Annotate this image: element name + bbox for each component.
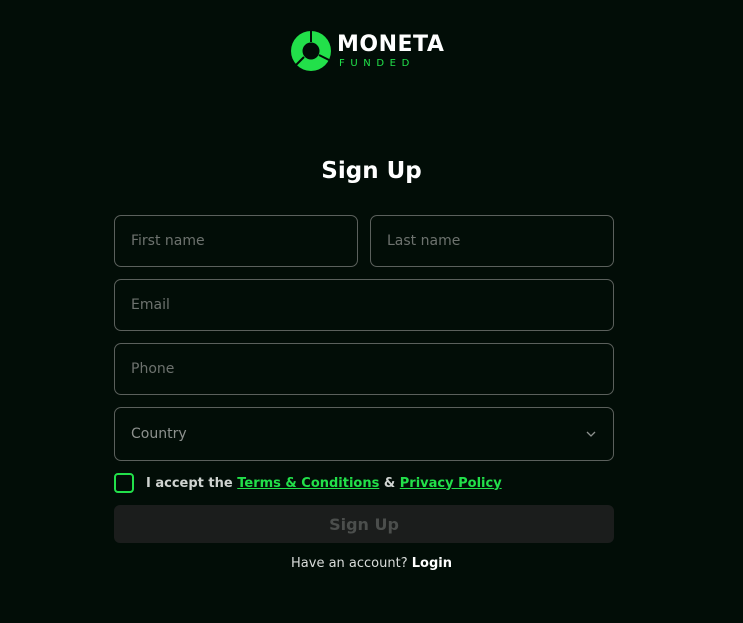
terms-checkbox[interactable] xyxy=(114,473,134,493)
last-name-field[interactable] xyxy=(370,215,614,267)
signup-button[interactable]: Sign Up xyxy=(114,505,614,543)
login-prompt-text: Have an account? xyxy=(291,556,408,571)
terms-prefix: I accept the xyxy=(146,475,233,491)
signup-page: MONETA FUNDED Sign Up Country I accept t… xyxy=(0,0,743,623)
chevron-down-icon xyxy=(586,431,596,437)
last-name-input[interactable] xyxy=(387,233,613,249)
brand-subtitle: FUNDED xyxy=(339,57,415,69)
login-prompt: Have an account? Login xyxy=(0,556,743,571)
email-input[interactable] xyxy=(131,297,613,313)
brand-name: MONETA xyxy=(337,31,445,57)
first-name-field[interactable] xyxy=(114,215,358,267)
brand-logo: MONETA FUNDED xyxy=(291,31,444,71)
terms-row: I accept the Terms & Conditions & Privac… xyxy=(114,473,502,493)
first-name-input[interactable] xyxy=(131,233,357,249)
terms-link[interactable]: Terms & Conditions xyxy=(237,476,379,491)
phone-input[interactable] xyxy=(131,361,613,377)
page-title: Sign Up xyxy=(321,158,422,184)
email-field[interactable] xyxy=(114,279,614,331)
terms-joiner: & xyxy=(383,475,396,491)
country-select-label: Country xyxy=(131,426,187,442)
login-link[interactable]: Login xyxy=(412,556,452,571)
terms-text: I accept the Terms & Conditions & Privac… xyxy=(146,476,502,491)
moneta-ring-icon xyxy=(291,31,331,71)
country-select[interactable]: Country xyxy=(114,407,614,461)
privacy-policy-link[interactable]: Privacy Policy xyxy=(400,476,502,491)
phone-field[interactable] xyxy=(114,343,614,395)
brand-wordmark: MONETA FUNDED xyxy=(337,31,445,70)
